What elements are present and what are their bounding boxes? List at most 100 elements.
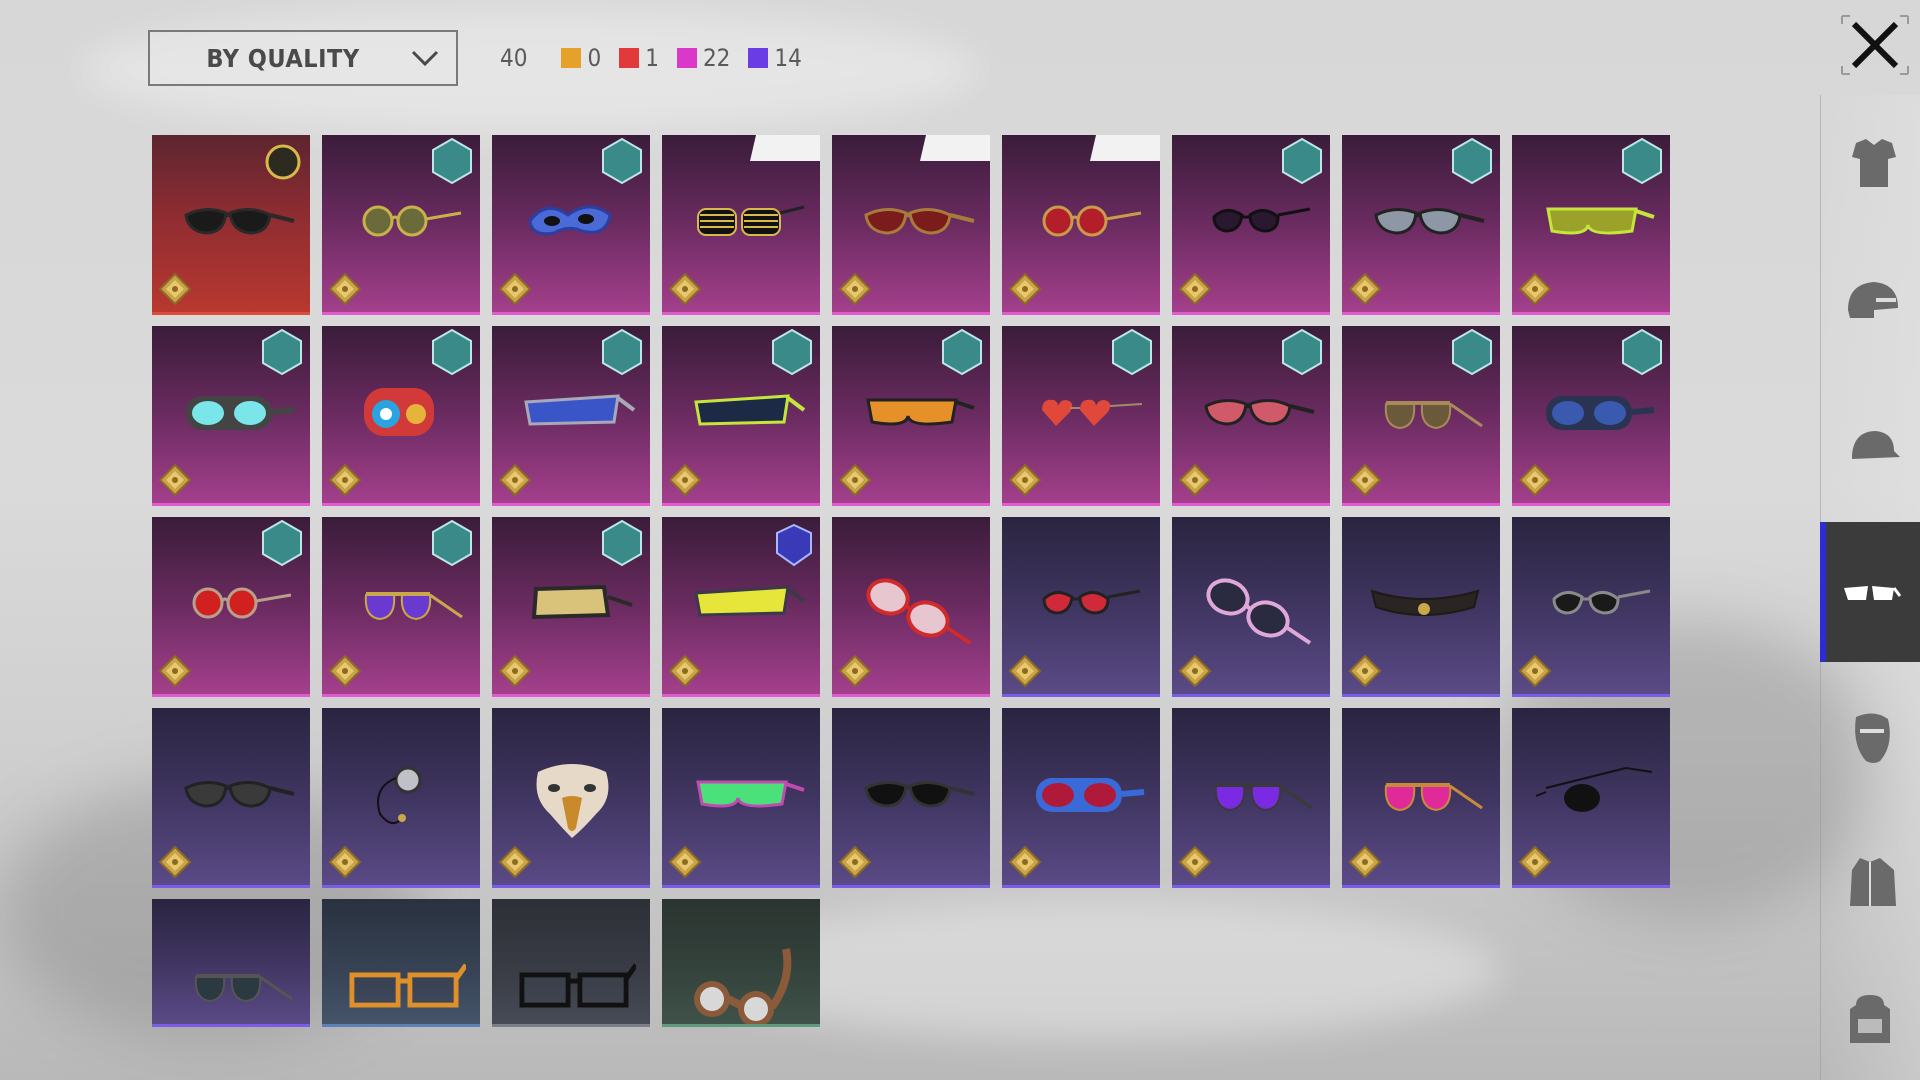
item-art-red-round: [1042, 205, 1142, 237]
sidebar-item-mask[interactable]: [1820, 667, 1920, 807]
item-card[interactable]: [1342, 708, 1500, 888]
coin-icon: [1178, 463, 1212, 497]
item-card[interactable]: [662, 326, 820, 506]
close-icon: [1841, 15, 1909, 75]
item-card[interactable]: [662, 517, 820, 697]
item-card[interactable]: [1172, 135, 1330, 315]
item-quantity: [668, 845, 706, 879]
item-card[interactable]: [152, 135, 310, 315]
item-card[interactable]: [662, 135, 820, 315]
item-card[interactable]: [1512, 517, 1670, 697]
item-card[interactable]: [152, 326, 310, 506]
coin-icon: [1348, 463, 1382, 497]
item-art-steampunk: [694, 948, 792, 1024]
item-card[interactable]: [832, 135, 990, 315]
item-quantity: [1008, 272, 1046, 306]
item-quantity: [1348, 463, 1386, 497]
hex-badge-icon: [432, 328, 472, 376]
item-card[interactable]: [1002, 135, 1160, 315]
hex-badge-icon: [1282, 137, 1322, 185]
item-art-red-frame: [866, 578, 972, 645]
coin-icon: [1008, 272, 1042, 306]
item-card[interactable]: [492, 517, 650, 697]
item-art-dark-oval: [1552, 589, 1651, 615]
item-art-goggle-blue: [1546, 396, 1655, 430]
item-art-gold-mech: [531, 584, 633, 620]
item-card[interactable]: [1342, 326, 1500, 506]
backpack-icon: [1850, 994, 1890, 1043]
collection-badge: [770, 328, 814, 376]
hex-badge-icon: [432, 137, 472, 185]
hex-badge-icon: [262, 519, 302, 567]
item-art-monocle: [377, 766, 422, 825]
hex-badge-icon: [1282, 328, 1322, 376]
item-quantity: [1008, 845, 1046, 879]
hex-badge-icon: [602, 519, 642, 567]
item-card[interactable]: [1172, 517, 1330, 697]
count-rare: 14: [748, 44, 802, 72]
item-card[interactable]: [1512, 708, 1670, 888]
coin-icon: [838, 272, 872, 306]
item-card[interactable]: [662, 899, 820, 1027]
hex-badge-icon: [1112, 328, 1152, 376]
chevron-down-icon: [411, 50, 439, 67]
item-card[interactable]: [152, 899, 310, 1027]
sort-dropdown[interactable]: BY QUALITY: [148, 30, 458, 86]
item-quantity: [1518, 272, 1556, 306]
item-quantity: [838, 654, 876, 688]
item-card[interactable]: [832, 708, 990, 888]
item-card[interactable]: [1512, 326, 1670, 506]
item-card[interactable]: [322, 326, 480, 506]
hex-badge-icon: [1452, 328, 1492, 376]
sidebar-item-cap[interactable]: [1820, 377, 1920, 517]
coin-icon: [1518, 654, 1552, 688]
item-card[interactable]: [832, 517, 990, 697]
item-quantity: [158, 272, 196, 306]
item-quantity: [1178, 272, 1216, 306]
item-card[interactable]: [152, 517, 310, 697]
item-art-aviator-brown: [1384, 401, 1483, 430]
item-art-red-wrap: [1204, 399, 1315, 426]
item-quantity: [1348, 272, 1386, 306]
item-card[interactable]: [1512, 135, 1670, 315]
item-card[interactable]: [492, 708, 650, 888]
item-card[interactable]: [662, 708, 820, 888]
coin-icon: [1518, 845, 1552, 879]
count-legendary: 0: [561, 44, 601, 72]
item-card[interactable]: [1002, 708, 1160, 888]
item-card[interactable]: [492, 135, 650, 315]
sidebar-item-helmet[interactable]: [1820, 232, 1920, 372]
item-card[interactable]: [322, 708, 480, 888]
coin-icon: [838, 463, 872, 497]
close-button[interactable]: [1840, 14, 1910, 76]
background-highlight: [700, 900, 1500, 1040]
item-card[interactable]: [322, 517, 480, 697]
sidebar-item-backpack[interactable]: [1820, 957, 1920, 1080]
item-card[interactable]: [152, 708, 310, 888]
item-card[interactable]: [1172, 708, 1330, 888]
coin-icon: [328, 272, 362, 306]
coin-icon: [838, 845, 872, 879]
item-card[interactable]: [1172, 326, 1330, 506]
item-art-visor-blue: [524, 394, 636, 426]
item-card[interactable]: [1342, 517, 1500, 697]
item-card[interactable]: [1002, 326, 1160, 506]
collection-badge: [260, 328, 304, 376]
item-art-robot-eye: [364, 388, 434, 436]
item-card[interactable]: [1342, 135, 1500, 315]
item-quantity: [328, 654, 366, 688]
item-card[interactable]: [322, 899, 480, 1027]
sidebar-item-eyewear[interactable]: [1820, 522, 1920, 662]
sidebar-item-outfit[interactable]: [1820, 95, 1920, 235]
sidebar-item-jacket[interactable]: [1820, 812, 1920, 952]
item-card[interactable]: [492, 899, 650, 1027]
count-epic: 22: [676, 44, 730, 72]
item-quantity: [1008, 463, 1046, 497]
item-card[interactable]: [492, 326, 650, 506]
item-card[interactable]: [1002, 517, 1160, 697]
item-card[interactable]: [322, 135, 480, 315]
coin-icon: [838, 654, 872, 688]
hex-badge-icon: [772, 328, 812, 376]
hex-badge-icon: [432, 519, 472, 567]
item-card[interactable]: [832, 326, 990, 506]
